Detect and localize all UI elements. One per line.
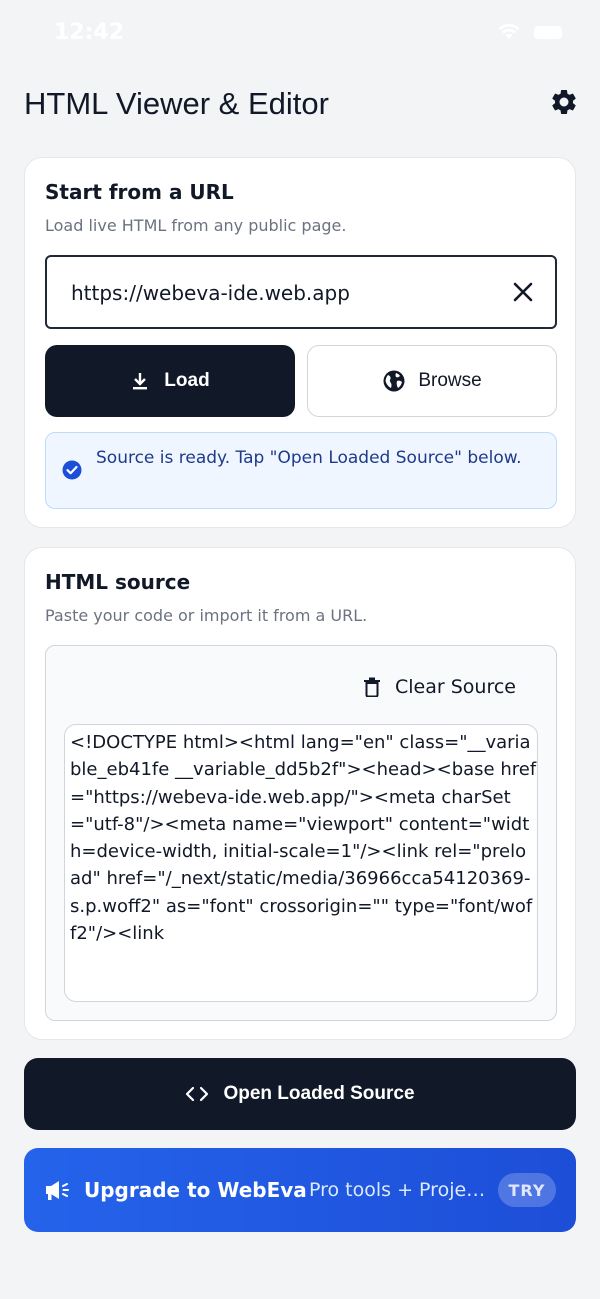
upgrade-title: Upgrade to WebEva xyxy=(84,1178,307,1202)
status-banner: Source is ready. Tap "Open Loaded Source… xyxy=(45,432,557,509)
url-input[interactable] xyxy=(71,275,491,311)
load-button[interactable]: Load xyxy=(45,345,295,417)
code-icon xyxy=(186,1086,209,1102)
source-card-subtitle: Paste your code or import it from a URL. xyxy=(45,606,368,625)
source-editor-container: Clear Source <!DOCTYPE html><html lang="… xyxy=(45,645,557,1021)
download-icon xyxy=(133,373,148,390)
upgrade-banner[interactable]: Upgrade to WebEva Pro tools + Projects T… xyxy=(24,1148,576,1232)
url-card-title: Start from a URL xyxy=(45,180,234,204)
battery-icon xyxy=(534,25,562,39)
url-field xyxy=(45,255,557,329)
status-message: Source is ready. Tap "Open Loaded Source… xyxy=(96,448,522,468)
source-card-title: HTML source xyxy=(45,570,191,594)
open-loaded-source-button[interactable]: Open Loaded Source xyxy=(24,1058,576,1130)
status-bar: 12:42 xyxy=(0,0,600,64)
upgrade-subtitle: Pro tools + Projects xyxy=(309,1179,487,1201)
clear-source-button[interactable]: Clear Source xyxy=(363,676,516,698)
open-loaded-source-label: Open Loaded Source xyxy=(223,1083,415,1104)
clear-source-label: Clear Source xyxy=(395,676,516,698)
settings-button[interactable] xyxy=(548,86,580,118)
status-icons xyxy=(498,24,562,40)
megaphone-icon xyxy=(46,1181,69,1200)
browse-button[interactable]: Browse xyxy=(307,345,557,417)
check-circle-icon xyxy=(62,460,82,480)
globe-icon xyxy=(383,370,405,392)
source-textarea[interactable]: <!DOCTYPE html><html lang="en" class="__… xyxy=(64,724,538,1002)
wifi-icon xyxy=(498,24,520,39)
status-time: 12:42 xyxy=(54,20,125,45)
browse-button-label: Browse xyxy=(418,370,482,391)
page-title: HTML Viewer & Editor xyxy=(24,86,329,121)
gear-icon xyxy=(552,89,576,114)
try-button[interactable]: TRY xyxy=(498,1173,556,1207)
load-button-label: Load xyxy=(164,370,210,391)
url-card-subtitle: Load live HTML from any public page. xyxy=(45,216,347,235)
source-card: HTML source Paste your code or import it… xyxy=(24,547,576,1040)
trash-icon xyxy=(364,677,380,697)
url-card: Start from a URL Load live HTML from any… xyxy=(24,157,576,528)
close-icon[interactable] xyxy=(511,280,535,304)
app-header: HTML Viewer & Editor xyxy=(0,64,600,146)
